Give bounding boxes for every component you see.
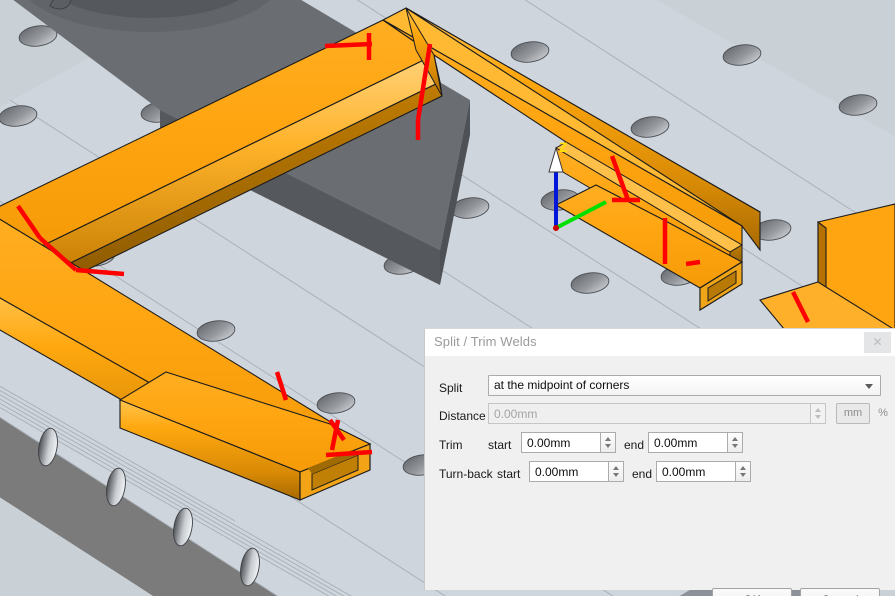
turnback-end-input[interactable]: 0.00mm [656,461,736,482]
stepper-up-icon[interactable] [732,437,738,441]
dialog-title: Split / Trim Welds [434,334,537,349]
unit-percent-button[interactable]: % [872,403,894,424]
stepper-down-icon[interactable] [613,473,619,477]
trim-end-label: end [624,438,645,452]
turnback-start-label: start [497,467,521,481]
trim-start-label: start [488,438,512,452]
split-trim-welds-dialog[interactable]: Split / Trim Welds ✕ Split at the midpoi… [424,328,895,596]
dialog-body: Split at the midpoint of corners Distanc… [425,356,895,596]
trim-end-stepper[interactable] [728,432,743,453]
trim-label: Trim [439,438,463,452]
stepper-down-icon[interactable] [732,444,738,448]
distance-stepper[interactable] [811,403,826,424]
turnback-end-label: end [632,467,653,481]
split-dropdown-value: at the midpoint of corners [494,378,630,392]
dialog-titlebar[interactable]: Split / Trim Welds ✕ [425,329,895,356]
turnback-label: Turn-back [439,467,493,481]
trim-start-input[interactable]: 0.00mm [521,432,601,453]
split-dropdown[interactable]: at the midpoint of corners [488,375,881,396]
stepper-down-icon[interactable] [605,444,611,448]
ok-button[interactable]: OK [712,588,792,596]
stepper-up-icon[interactable] [613,466,619,470]
cancel-button[interactable]: Cancel [800,588,880,596]
trim-start-stepper[interactable] [601,432,616,453]
close-icon[interactable]: ✕ [864,332,891,353]
stepper-down-icon[interactable] [740,473,746,477]
turnback-start-stepper[interactable] [609,461,624,482]
distance-input[interactable]: 0.00mm [488,403,811,424]
app-window: Z Split / Trim Welds ✕ Split at the midp… [0,0,895,596]
axis-z-label: Z [559,139,568,155]
unit-mm-button[interactable]: mm [836,403,870,424]
stepper-up-icon[interactable] [605,437,611,441]
chevron-down-icon [865,384,873,389]
stepper-down-icon[interactable] [815,415,821,419]
stepper-up-icon[interactable] [740,466,746,470]
distance-label: Distance [439,409,486,423]
trim-end-input[interactable]: 0.00mm [648,432,728,453]
turnback-end-stepper[interactable] [736,461,751,482]
split-label: Split [439,381,463,395]
turnback-start-input[interactable]: 0.00mm [529,461,609,482]
stepper-up-icon[interactable] [815,408,821,412]
